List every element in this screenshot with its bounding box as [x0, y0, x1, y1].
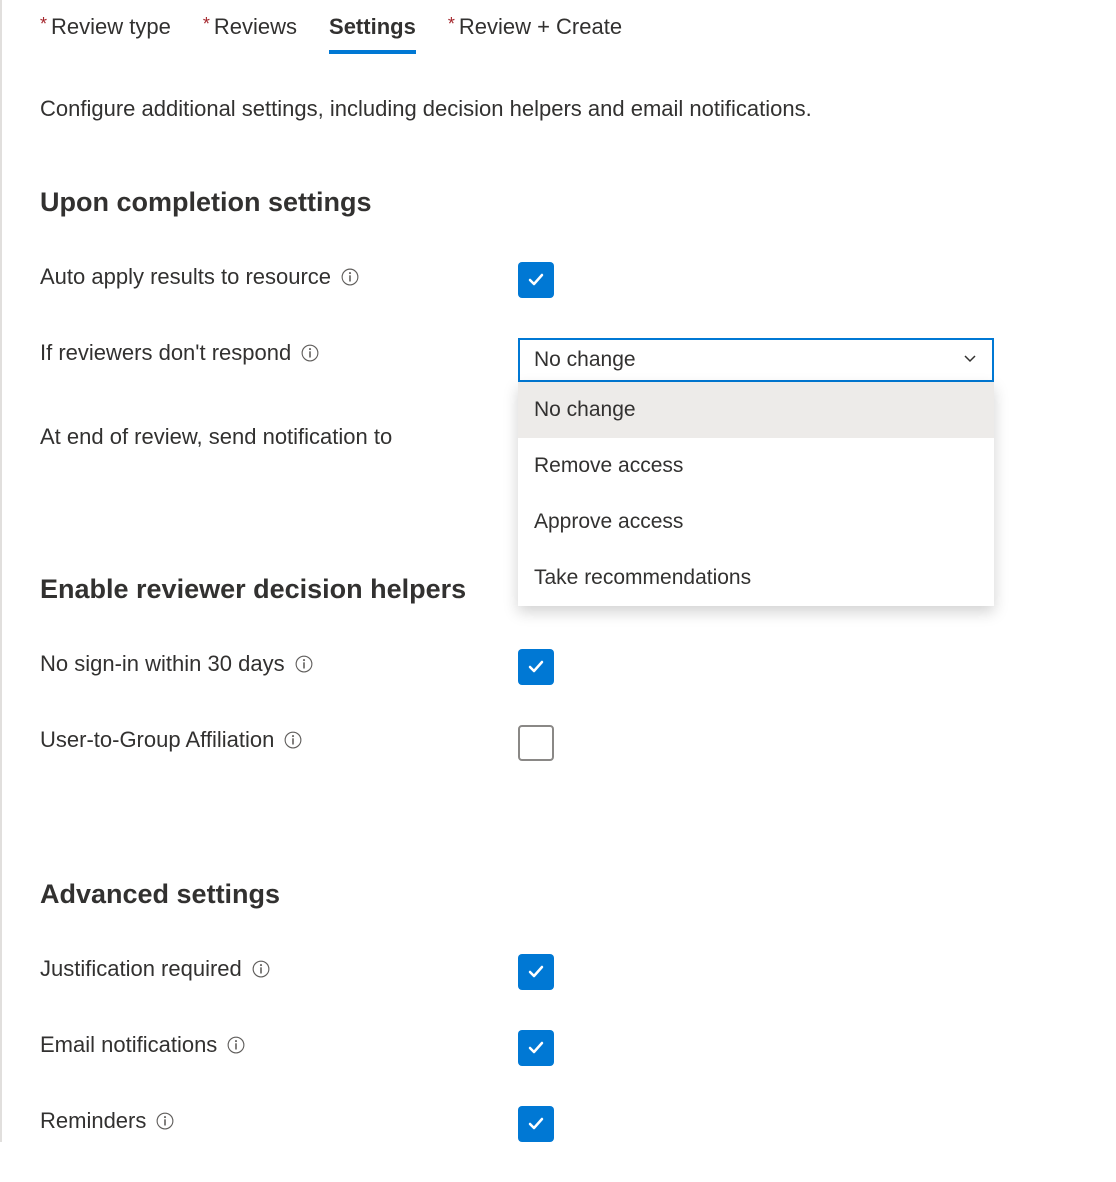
dropdown-value: No change [534, 348, 636, 372]
checkbox-auto-apply[interactable] [518, 262, 554, 298]
label-reminders: Reminders [40, 1106, 518, 1134]
info-icon[interactable] [252, 960, 270, 978]
tab-reviews[interactable]: *Reviews [203, 8, 297, 54]
checkbox-email[interactable] [518, 1030, 554, 1066]
dropdown-menu: No change Remove access Approve access T… [518, 382, 994, 606]
chevron-down-icon [962, 348, 978, 372]
label-no-signin: No sign-in within 30 days [40, 649, 518, 677]
info-icon[interactable] [227, 1036, 245, 1054]
label-auto-apply: Auto apply results to resource [40, 262, 518, 290]
dropdown-option-take-recommendations[interactable]: Take recommendations [518, 550, 994, 606]
dropdown-option-remove-access[interactable]: Remove access [518, 438, 994, 494]
info-icon[interactable] [301, 344, 319, 362]
tab-bar: *Review type *Reviews Settings *Review +… [40, 8, 1116, 54]
checkbox-justification[interactable] [518, 954, 554, 990]
tab-settings[interactable]: Settings [329, 8, 416, 54]
tab-label: Review type [51, 14, 171, 39]
tab-label: Reviews [214, 14, 297, 39]
page-description: Configure additional settings, including… [40, 94, 1116, 125]
info-icon[interactable] [284, 731, 302, 749]
dropdown-option-no-change[interactable]: No change [518, 382, 994, 438]
checkbox-affiliation[interactable] [518, 725, 554, 761]
section-heading-advanced: Advanced settings [40, 879, 1116, 910]
info-icon[interactable] [295, 655, 313, 673]
checkbox-reminders[interactable] [518, 1106, 554, 1142]
tab-label: Review + Create [459, 14, 622, 39]
required-star: * [448, 14, 455, 34]
tab-label: Settings [329, 14, 416, 39]
label-justification: Justification required [40, 954, 518, 982]
checkbox-no-signin[interactable] [518, 649, 554, 685]
info-icon[interactable] [341, 268, 359, 286]
label-end-notification: At end of review, send notification to [40, 422, 518, 450]
dropdown-option-approve-access[interactable]: Approve access [518, 494, 994, 550]
label-affiliation: User-to-Group Affiliation [40, 725, 518, 753]
label-email: Email notifications [40, 1030, 518, 1058]
dropdown-if-no-respond[interactable]: No change [518, 338, 994, 382]
tab-review-type[interactable]: *Review type [40, 8, 171, 54]
label-if-no-respond: If reviewers don't respond [40, 338, 518, 366]
info-icon[interactable] [156, 1112, 174, 1130]
tab-review-create[interactable]: *Review + Create [448, 8, 622, 54]
section-heading-completion: Upon completion settings [40, 187, 1116, 218]
required-star: * [203, 14, 210, 34]
required-star: * [40, 14, 47, 34]
